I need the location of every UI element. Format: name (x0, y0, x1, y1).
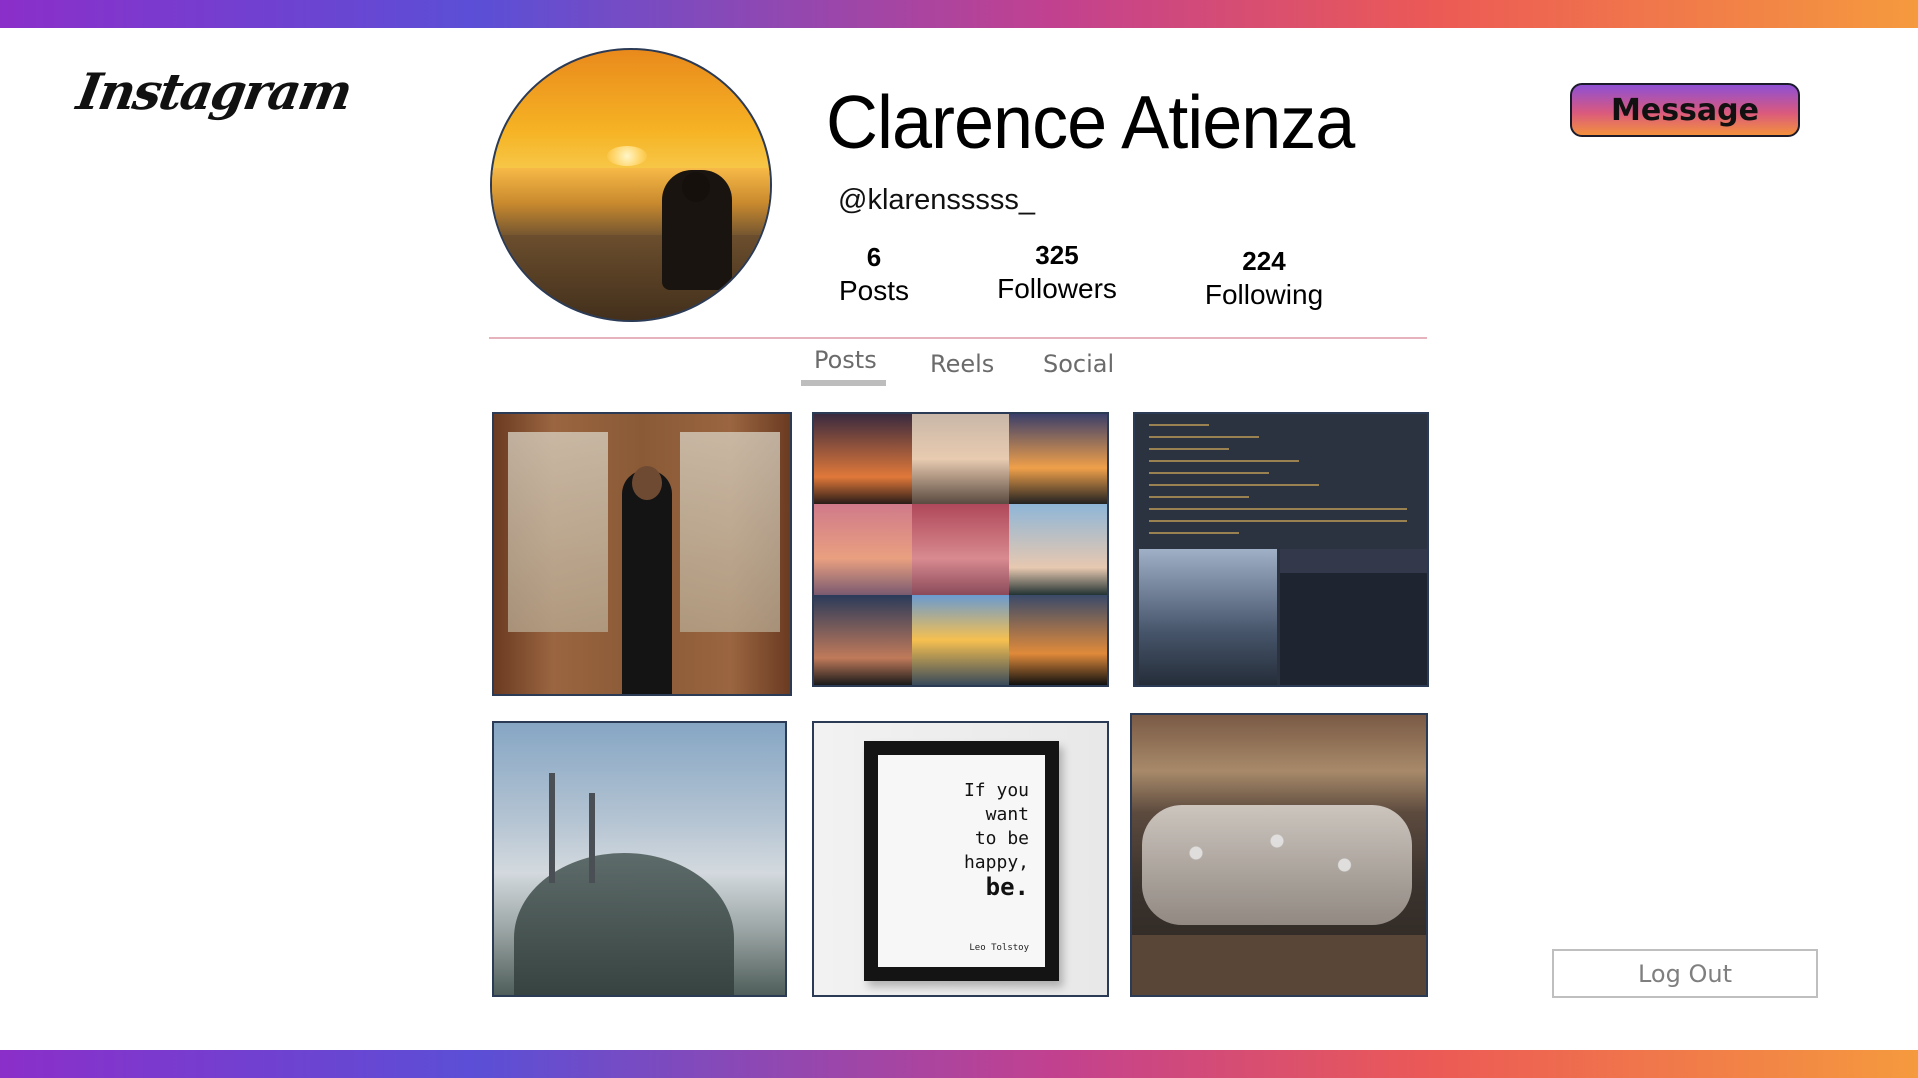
post-tile-1[interactable] (492, 412, 792, 696)
stat-following-label: Following (1204, 279, 1324, 310)
post-3-editor-toolbar (1280, 549, 1427, 573)
profile-handle: @klarensssss_ (838, 184, 1036, 216)
tab-posts[interactable]: Posts (814, 346, 877, 374)
bottom-gradient-bar (0, 1050, 1918, 1078)
post-3-code-line (1149, 532, 1239, 534)
post-2-sky-cell (911, 594, 1010, 685)
post-3-code-line (1149, 496, 1249, 498)
post-tile-4[interactable] (492, 721, 787, 997)
avatar-sun (607, 146, 647, 166)
stat-followers[interactable]: 325 Followers (977, 240, 1137, 305)
post-2-sky-cell (911, 414, 1010, 505)
post-2-sky-cell (814, 414, 912, 505)
quote-line: want (985, 804, 1029, 825)
post-tile-5[interactable]: If you want to be happy, be. Leo Tolstoy (812, 721, 1109, 997)
stat-following-count: 224 (1242, 246, 1286, 276)
post-3-code-line (1149, 484, 1319, 486)
logout-button[interactable]: Log Out (1552, 949, 1818, 998)
post-3-code-line (1149, 436, 1259, 438)
quote-line: happy, (963, 852, 1029, 873)
post-2-sky-cell (1009, 504, 1107, 595)
post-3-code-line (1149, 424, 1209, 426)
post-2-sky-cell (814, 504, 912, 595)
message-button[interactable]: Message (1570, 83, 1800, 137)
active-tab-indicator (801, 380, 886, 386)
post-6-railing (1132, 935, 1426, 995)
quote-author: Leo Tolstoy (969, 943, 1029, 953)
post-tile-6[interactable] (1130, 713, 1428, 997)
post-5-frame: If you want to be happy, be. Leo Tolstoy (864, 741, 1059, 981)
profile-divider (489, 337, 1427, 339)
profile-avatar[interactable] (490, 48, 772, 322)
post-2-sky-cell (814, 594, 912, 685)
post-2-sky-cell (1009, 594, 1107, 685)
post-1-person-head (632, 466, 662, 500)
stat-followers-count: 325 (1035, 240, 1079, 270)
stat-posts[interactable]: 6 Posts (794, 242, 954, 307)
post-1-door-glass (508, 432, 608, 632)
avatar-person-head (682, 172, 710, 202)
stat-posts-count: 6 (866, 242, 882, 272)
tab-social[interactable]: Social (1043, 350, 1114, 378)
post-2-sky-cell (911, 504, 1010, 595)
instagram-logo[interactable]: Instagram (73, 62, 355, 121)
stat-following[interactable]: 224 Following (1184, 246, 1344, 311)
quote-line: be. (985, 873, 1029, 901)
post-4-hill (514, 853, 734, 995)
quote-line: If you (963, 780, 1029, 801)
post-5-quote: If you want to be happy, be. (964, 779, 1029, 899)
post-6-group-photo (1142, 805, 1412, 925)
post-2-sky-cell (1009, 414, 1107, 505)
post-1-door-glass (680, 432, 780, 632)
post-tile-2[interactable] (812, 412, 1109, 687)
quote-line: to be (974, 828, 1029, 849)
stat-posts-label: Posts (838, 275, 910, 306)
profile-name: Clarence Atienza (826, 81, 1355, 165)
post-3-code-line (1149, 448, 1229, 450)
post-3-code-line (1149, 520, 1407, 522)
post-4-tower (549, 773, 555, 883)
tab-reels[interactable]: Reels (930, 350, 994, 378)
post-3-code-line (1149, 472, 1269, 474)
stat-followers-label: Followers (997, 273, 1117, 304)
post-3-code-line (1149, 508, 1407, 510)
post-tile-3[interactable] (1133, 412, 1429, 687)
top-gradient-bar (0, 0, 1918, 28)
post-3-code-line (1149, 460, 1299, 462)
post-1-person (622, 470, 672, 694)
post-4-tower (589, 793, 595, 883)
post-3-photo-inset (1139, 549, 1277, 685)
